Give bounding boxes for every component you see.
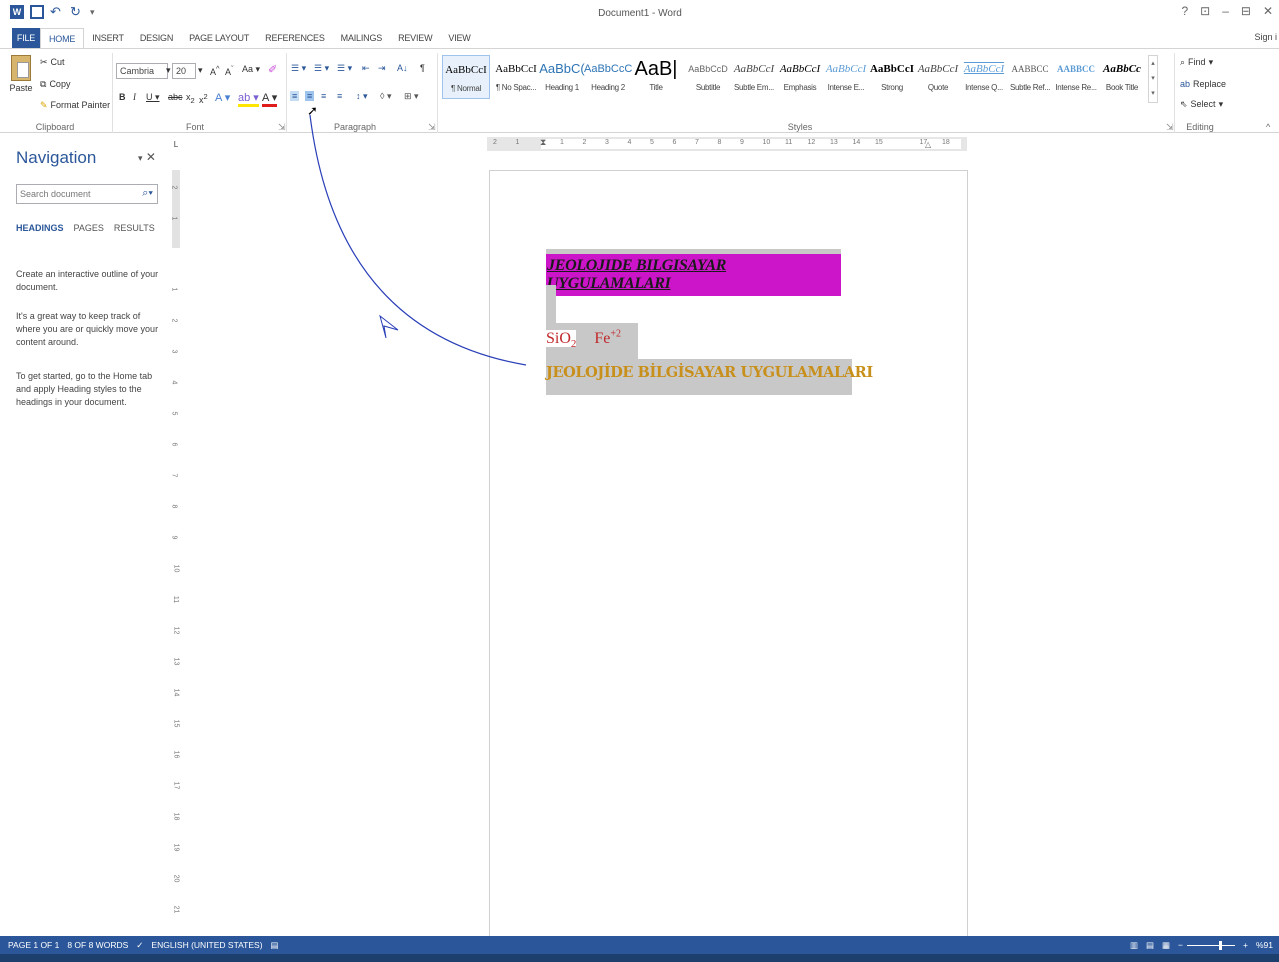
language-indicator[interactable]: ENGLISH (UNITED STATES)	[151, 940, 262, 950]
read-mode-icon[interactable]: ▥	[1130, 940, 1138, 951]
web-layout-icon[interactable]: ▦	[1162, 940, 1170, 951]
zoom-slider-thumb[interactable]	[1219, 940, 1223, 950]
annotation-arrowhead-icon	[379, 314, 399, 339]
zoom-slider[interactable]	[1187, 940, 1236, 950]
proofing-icon[interactable]: ✓	[136, 940, 143, 951]
word-window: W ↶ ↻ ▾ Document1 - Word ? ⊡ – ⊟ ✕ FILE …	[0, 0, 1279, 962]
status-bar: PAGE 1 OF 1 8 OF 8 WORDS ✓ ENGLISH (UNIT…	[0, 936, 1279, 954]
zoom-in-icon[interactable]: +	[1243, 940, 1248, 950]
page-count[interactable]: PAGE 1 OF 1	[8, 940, 59, 950]
taskbar	[0, 954, 1279, 962]
macro-recording-icon[interactable]: ▤	[271, 940, 279, 951]
word-count[interactable]: 8 OF 8 WORDS	[67, 940, 128, 950]
annotation-arrow-curve	[309, 114, 527, 366]
print-layout-icon[interactable]: ▤	[1146, 940, 1154, 951]
annotation-arrow	[309, 114, 527, 366]
zoom-out-icon[interactable]: −	[1178, 940, 1183, 950]
zoom-level[interactable]: %91	[1256, 940, 1273, 950]
